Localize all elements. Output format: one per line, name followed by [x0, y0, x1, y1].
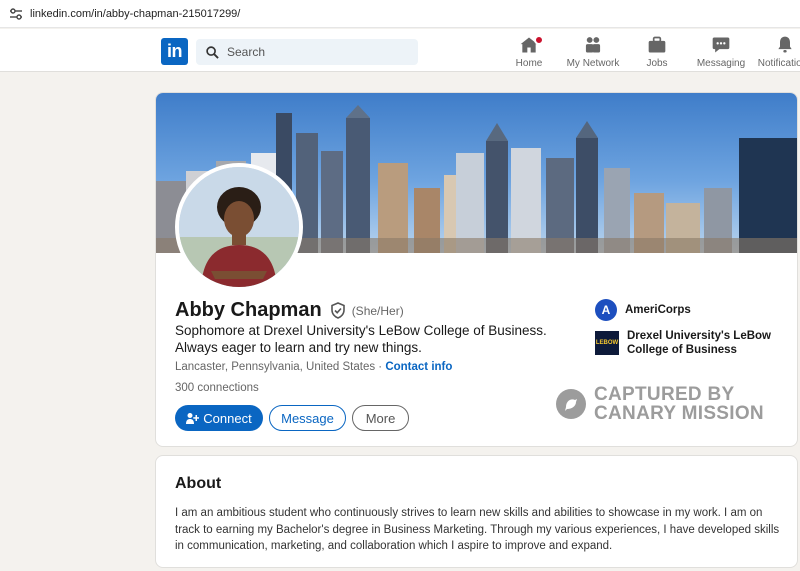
watermark-line1: CAPTURED BY — [594, 384, 735, 405]
briefcase-icon — [648, 36, 666, 53]
connections-count[interactable]: 300 connections — [175, 382, 259, 394]
linkedin-logo[interactable]: in — [161, 38, 188, 65]
org-americorps[interactable]: A AmeriCorps — [595, 299, 691, 321]
about-text: I am an ambitious student who continuous… — [175, 507, 780, 552]
about-title: About — [175, 475, 222, 492]
search-box[interactable] — [196, 39, 418, 65]
add-person-icon — [186, 413, 200, 424]
profile-name: Abby Chapman — [175, 299, 322, 321]
watermark-text: CAPTURED BY CANARY MISSION — [594, 385, 764, 423]
top-navigation: in Home My Network Jobs — [0, 29, 800, 72]
more-button[interactable]: More — [352, 405, 409, 431]
contact-info-link[interactable]: Contact info — [385, 361, 452, 373]
browser-address-bar[interactable]: linkedin.com/in/abby-chapman-215017299/ — [0, 0, 800, 28]
search-icon — [206, 45, 219, 59]
drexel-lebow-logo: LEBOW — [595, 331, 619, 355]
nav-jobs-label: Jobs — [646, 58, 668, 69]
nav-notifications-label: Notifications — [757, 58, 800, 69]
location-separator: · — [375, 361, 386, 373]
nav-home-label: Home — [515, 58, 543, 69]
connect-button[interactable]: Connect — [175, 405, 263, 431]
about-section: About I am an ambitious student who cont… — [155, 455, 798, 568]
person-photo-image — [179, 167, 299, 287]
profile-photo[interactable] — [175, 163, 303, 291]
org-drexel[interactable]: LEBOW Drexel University's LeBow College … — [595, 329, 771, 357]
message-icon — [712, 37, 730, 53]
pronouns: (She/Her) — [351, 303, 404, 318]
org-drexel-name-line1: Drexel University's LeBow — [627, 330, 771, 342]
nav-notifications[interactable]: Notifications — [745, 35, 800, 69]
connect-button-label: Connect — [203, 410, 252, 426]
org-drexel-name: Drexel University's LeBow College of Bus… — [627, 329, 771, 357]
verified-shield-icon[interactable] — [330, 302, 346, 319]
location-text: Lancaster, Pennsylvania, United States — [175, 361, 376, 373]
search-input[interactable] — [227, 45, 407, 59]
nav-messaging-label: Messaging — [696, 58, 746, 69]
notification-badge — [534, 35, 544, 45]
canary-bird-icon — [556, 389, 586, 419]
nav-my-network-label: My Network — [566, 58, 620, 69]
canary-mission-watermark: CAPTURED BY CANARY MISSION — [556, 385, 764, 423]
network-icon — [585, 37, 601, 53]
url-text[interactable]: linkedin.com/in/abby-chapman-215017299/ — [30, 8, 240, 20]
org-americorps-name: AmeriCorps — [625, 304, 691, 316]
americorps-logo: A — [595, 299, 617, 321]
location-row: Lancaster, Pennsylvania, United States ·… — [175, 361, 452, 373]
watermark-line2: CANARY MISSION — [594, 403, 764, 424]
profile-headline: Sophomore at Drexel University's LeBow C… — [175, 323, 547, 355]
profile-card: Abby Chapman (She/Her) Sophomore at Drex… — [155, 92, 798, 447]
bell-icon — [778, 36, 792, 53]
org-drexel-name-line2: College of Business — [627, 344, 737, 356]
site-settings-icon[interactable] — [8, 6, 24, 22]
message-button[interactable]: Message — [269, 405, 346, 431]
profile-name-row: Abby Chapman (She/Her) — [175, 299, 404, 322]
